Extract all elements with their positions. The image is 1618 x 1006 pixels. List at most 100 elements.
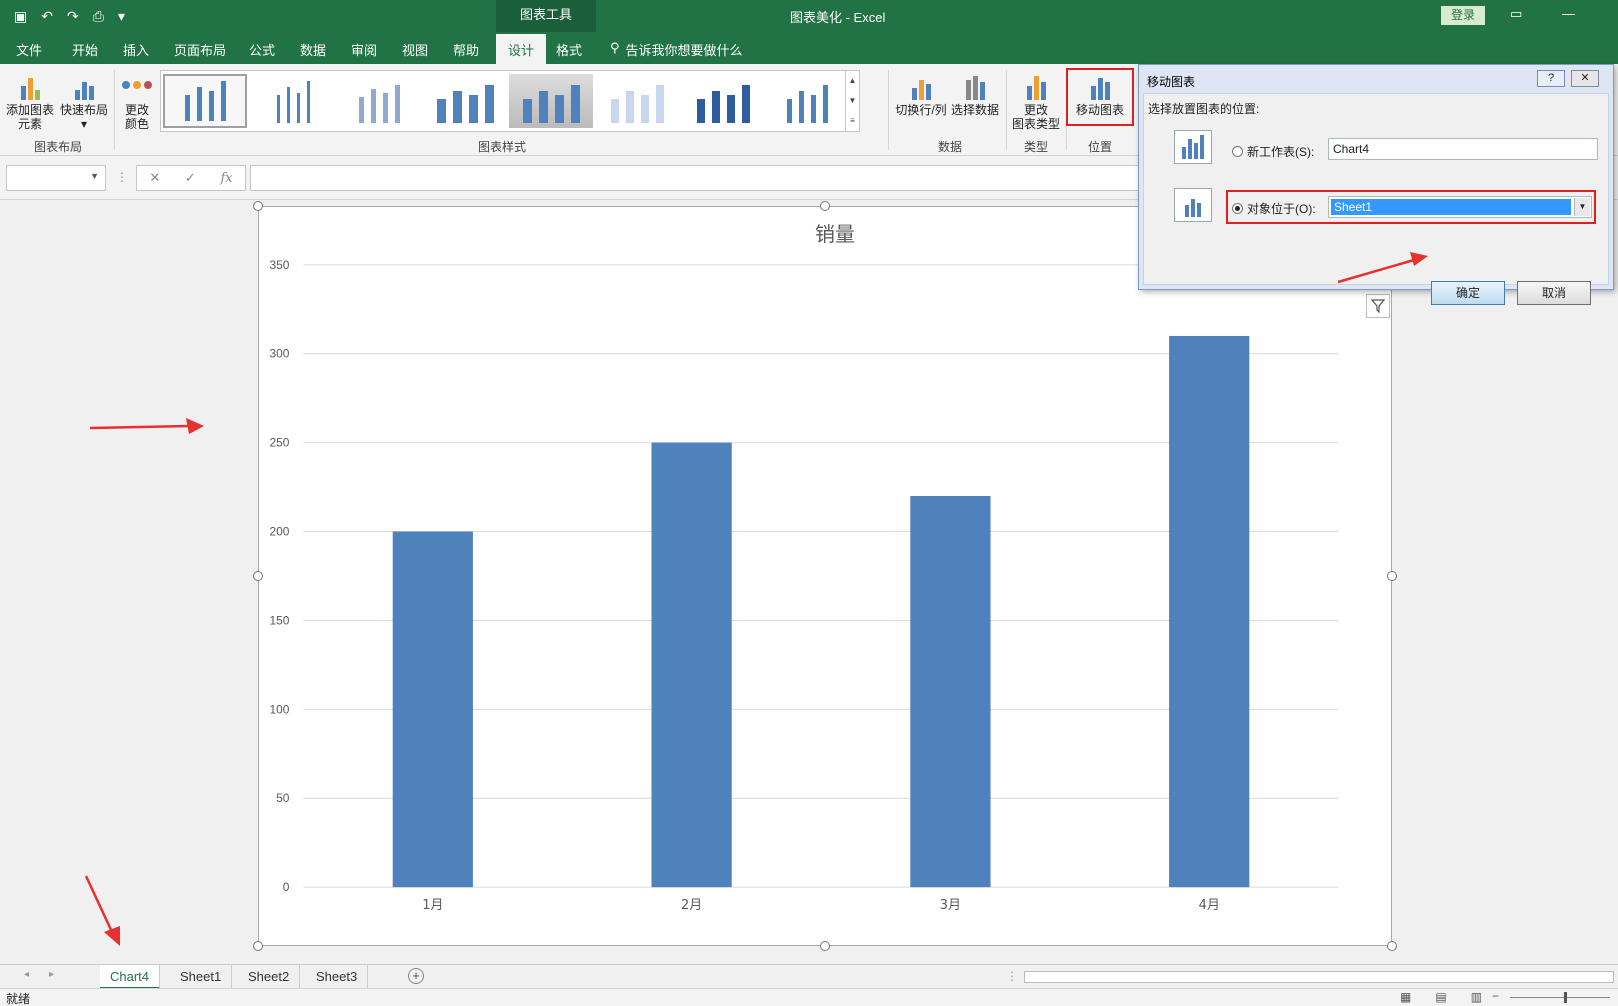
dialog-body: 选择放置图表的位置: 新工作表(S): Chart4 对象位于(O): Shee…: [1143, 93, 1609, 285]
quick-layout-button[interactable]: 快速布局 ▾: [58, 70, 110, 131]
lightbulb-icon: ⚲: [610, 40, 620, 55]
login-button[interactable]: 登录: [1441, 6, 1485, 25]
horizontal-scrollbar[interactable]: [1024, 971, 1614, 983]
chart-bar[interactable]: [651, 442, 732, 888]
zoom-slider-thumb[interactable]: [1564, 992, 1567, 1003]
minimize-icon[interactable]: —: [1562, 6, 1575, 21]
chart-bar[interactable]: [1169, 335, 1250, 888]
chart-style-3[interactable]: [337, 74, 421, 128]
ribbon-display-icon[interactable]: ▭: [1510, 6, 1522, 22]
enter-icon[interactable]: ✓: [185, 170, 196, 186]
undo-icon[interactable]: ↶: [41, 7, 53, 25]
save-icon[interactable]: ▣: [14, 7, 27, 25]
insert-function-icon[interactable]: fx: [220, 171, 232, 186]
tell-me-text: 告诉我你想要做什么: [625, 43, 743, 58]
resize-handle[interactable]: [820, 201, 830, 211]
group-label-chart-layout: 图表布局: [34, 140, 83, 154]
chart-sheet-area: 销量 0 50 100 150 200 250 300 350 1月 2月 3月 4月: [0, 200, 1618, 964]
resize-handle[interactable]: [253, 571, 263, 581]
tab-insert[interactable]: 插入: [123, 40, 149, 59]
status-bar: 就绪 ▦ ▤ ▥ −: [0, 988, 1618, 1006]
tab-view[interactable]: 视图: [402, 40, 428, 59]
new-sheet-option[interactable]: 新工作表(S):: [1232, 143, 1314, 160]
next-sheet-icon[interactable]: ▸: [49, 969, 54, 980]
resize-handle[interactable]: [1387, 941, 1397, 951]
change-colors-button[interactable]: 更改 颜色: [118, 70, 156, 131]
change-chart-type-button[interactable]: 更改 图表类型: [1010, 70, 1062, 131]
chart-bar[interactable]: [392, 531, 473, 888]
change-chart-type-icon: [1020, 70, 1052, 100]
resize-handle[interactable]: [253, 941, 263, 951]
filter-icon: [1371, 299, 1385, 313]
chart-style-4[interactable]: [423, 74, 507, 128]
tab-data[interactable]: 数据: [300, 40, 326, 59]
new-sheet-radio[interactable]: [1232, 146, 1243, 157]
object-in-sheet-icon: [1174, 188, 1212, 222]
dialog-close-button[interactable]: ✕: [1571, 70, 1599, 87]
page-break-view-icon[interactable]: ▥: [1471, 990, 1482, 1004]
chart-style-6[interactable]: [595, 74, 679, 128]
select-data-button[interactable]: 选择数据: [950, 70, 1000, 117]
bar-chart[interactable]: 销量 0 50 100 150 200 250 300 350 1月 2月 3月 4月: [258, 206, 1392, 946]
tell-me-box[interactable]: ⚲ 告诉我你想要做什么: [610, 40, 743, 59]
name-box[interactable]: ▼: [6, 165, 106, 191]
gallery-scroll[interactable]: ▲ ▼ ≡: [845, 71, 859, 131]
sheet-tab-sheet2[interactable]: Sheet2: [238, 965, 301, 989]
group-label-chart-styles: 图表样式: [478, 140, 527, 154]
add-sheet-button[interactable]: +: [408, 968, 424, 984]
tab-home[interactable]: 开始: [72, 40, 98, 59]
chart-styles-gallery: ▲ ▼ ≡: [160, 70, 860, 132]
ok-button[interactable]: 确定: [1431, 281, 1505, 305]
sheet-tab-sheet1[interactable]: Sheet1: [170, 965, 233, 989]
normal-view-icon[interactable]: ▦: [1400, 990, 1411, 1004]
redo-icon[interactable]: ↷: [67, 7, 79, 25]
y-tick-label: 250: [269, 436, 289, 450]
chart-style-2[interactable]: [251, 74, 335, 128]
group-label-type: 类型: [1024, 140, 1049, 154]
group-label-data: 数据: [938, 140, 963, 154]
zoom-out-icon[interactable]: −: [1492, 989, 1499, 1003]
tab-page-layout[interactable]: 页面布局: [174, 40, 226, 59]
tab-split-grip-icon[interactable]: ⋮: [1006, 969, 1018, 983]
prev-sheet-icon[interactable]: ◂: [24, 969, 29, 980]
tab-file[interactable]: 文件: [16, 40, 42, 59]
ribbon-tabs: 文件 开始 插入 页面布局 公式 数据 审阅 视图 帮助 设计 格式 ⚲ 告诉我…: [0, 32, 1618, 64]
move-chart-dialog: 移动图表 ? ✕ 选择放置图表的位置: 新工作表(S): Chart4 对象位于…: [1138, 64, 1614, 305]
tab-review[interactable]: 审阅: [351, 40, 377, 59]
print-preview-icon[interactable]: ⎙: [93, 7, 104, 25]
tab-formulas[interactable]: 公式: [249, 40, 275, 59]
new-sheet-name-input[interactable]: Chart4: [1328, 138, 1598, 160]
formula-controls: ✕ ✓ fx: [136, 165, 246, 191]
new-sheet-chart-icon: [1174, 130, 1212, 164]
switch-row-column-button[interactable]: 切换行/列: [894, 70, 948, 117]
status-ready: 就绪: [6, 992, 31, 1006]
tab-help[interactable]: 帮助: [453, 40, 479, 59]
sheet-tab-chart4[interactable]: Chart4: [100, 965, 161, 989]
resize-handle[interactable]: [1387, 571, 1397, 581]
resize-handle[interactable]: [820, 941, 830, 951]
cancel-button[interactable]: 取消: [1517, 281, 1591, 305]
zoom-slider[interactable]: [1510, 997, 1610, 998]
chart-style-7[interactable]: [681, 74, 765, 128]
sheet-tab-sheet3[interactable]: Sheet3: [306, 965, 369, 989]
chart-style-8[interactable]: [765, 74, 849, 128]
add-chart-element-button[interactable]: 添加图表 元素: [4, 70, 56, 131]
y-tick-label: 50: [276, 791, 290, 805]
customize-qat-icon[interactable]: ▾: [118, 7, 125, 25]
chart-filter-button[interactable]: [1366, 294, 1390, 318]
quick-access-toolbar: ▣ ↶ ↷ ⎙ ▾: [14, 7, 125, 25]
chart-style-1[interactable]: [163, 74, 247, 128]
tab-format[interactable]: 格式: [556, 40, 582, 59]
chart-style-5[interactable]: [509, 74, 593, 128]
tab-design[interactable]: 设计: [496, 34, 547, 64]
app-title: 图表美化 - Excel: [790, 10, 886, 25]
resize-handle[interactable]: [253, 201, 263, 211]
y-tick-label: 100: [269, 702, 289, 716]
page-layout-view-icon[interactable]: ▤: [1435, 990, 1446, 1004]
x-tick-label: 1月: [422, 898, 443, 913]
y-tick-label: 0: [283, 880, 290, 894]
dialog-help-button[interactable]: ?: [1537, 70, 1565, 87]
chart-bar[interactable]: [910, 495, 991, 888]
chevron-down-icon: ▼: [90, 171, 99, 181]
cancel-icon[interactable]: ✕: [149, 170, 160, 186]
